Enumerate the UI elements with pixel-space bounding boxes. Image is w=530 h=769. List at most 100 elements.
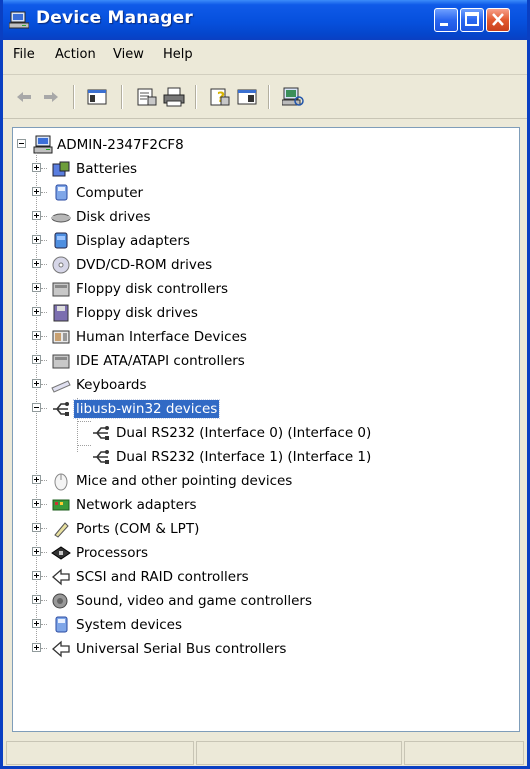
tree-category-universal-serial-bus-controllers[interactable]: Universal Serial Bus controllers [32,638,502,660]
device-label[interactable]: Dual RS232 (Interface 0) (Interface 0) [114,424,373,442]
tree-category-keyboards[interactable]: Keyboards [32,374,502,396]
tree-category-ports-com-lpt[interactable]: Ports (COM & LPT) [32,518,502,540]
help-icon[interactable]: ? [209,87,231,107]
toolbar-separator [195,85,197,109]
category-label[interactable]: libusb-win32 devices [72,399,221,419]
system-devices-icon [55,616,68,633]
back-arrow-icon[interactable] [14,87,34,107]
processor-icon [51,546,71,560]
category-label[interactable]: Batteries [74,160,139,178]
maximize-button[interactable] [460,8,484,32]
expand-toggle[interactable] [32,619,41,628]
category-label[interactable]: Ports (COM & LPT) [74,520,201,538]
menu-view[interactable]: View [113,47,144,62]
category-label[interactable]: DVD/CD-ROM drives [74,256,214,274]
device-label[interactable]: Dual RS232 (Interface 1) (Interface 1) [114,448,373,466]
tree-category-dvd-cd-rom-drives[interactable]: DVD/CD-ROM drives [32,254,502,276]
category-label[interactable]: Floppy disk drives [74,304,200,322]
tree-category-libusb-win32-devices[interactable]: libusb-win32 devices [32,398,502,420]
menu-file[interactable]: File [13,47,35,62]
category-label[interactable]: Sound, video and game controllers [74,592,314,610]
mouse-icon [54,473,68,491]
tree-category-human-interface-devices[interactable]: Human Interface Devices [32,326,502,348]
category-label[interactable]: Mice and other pointing devices [74,472,294,490]
tree-category-batteries[interactable]: Batteries [32,158,502,180]
collapse-toggle[interactable] [32,403,41,412]
device-tree-pane[interactable]: ADMIN-2347F2CF8 Batteries Computer Disk dr… [12,127,520,732]
expand-toggle[interactable] [32,643,41,652]
expand-toggle[interactable] [32,499,41,508]
tree-category-mice-and-other-pointing-devices[interactable]: Mice and other pointing devices [32,470,502,492]
expand-toggle[interactable] [32,211,41,220]
toolbar: ? [3,75,527,119]
expand-toggle[interactable] [32,307,41,316]
expand-toggle[interactable] [32,595,41,604]
title-bar[interactable]: Device Manager [3,0,527,40]
print-icon[interactable] [163,87,185,107]
hid-icon [52,330,70,344]
tree-category-floppy-disk-drives[interactable]: Floppy disk drives [32,302,502,324]
category-label[interactable]: Display adapters [74,232,192,250]
minimize-button[interactable] [434,8,458,32]
category-label[interactable]: Universal Serial Bus controllers [74,640,288,658]
tree-category-ide-ata-atapi-controllers[interactable]: IDE ATA/ATAPI controllers [32,350,502,372]
menu-help[interactable]: Help [163,47,193,62]
tree-device-dual-rs232-interface-0-interface-0[interactable]: Dual RS232 (Interface 0) (Interface 0) [73,422,519,444]
tree-connector [41,264,47,265]
expand-toggle[interactable] [32,283,41,292]
menu-action[interactable]: Action [55,47,96,62]
tree-device-dual-rs232-interface-1-interface-1[interactable]: Dual RS232 (Interface 1) (Interface 1) [73,446,519,468]
category-label[interactable]: Computer [74,184,145,202]
close-button[interactable] [486,8,510,32]
expand-toggle[interactable] [32,187,41,196]
floppy-controller-icon [52,282,70,297]
category-label[interactable]: System devices [74,616,184,634]
scan-hardware-icon[interactable] [282,87,304,107]
expand-toggle[interactable] [32,523,41,532]
category-label[interactable]: Keyboards [74,376,149,394]
computer-icon [55,184,68,201]
forward-arrow-icon[interactable] [41,87,61,107]
usb-controller-icon [52,640,70,658]
minimize-icon [440,23,448,26]
tree-connector [41,600,47,601]
expand-toggle[interactable] [32,235,41,244]
root-computer-label[interactable]: ADMIN-2347F2CF8 [55,136,186,154]
tree-category-sound-video-and-game-controllers[interactable]: Sound, video and game controllers [32,590,502,612]
category-label[interactable]: Processors [74,544,150,562]
expand-toggle[interactable] [32,355,41,364]
properties-icon[interactable] [136,87,158,107]
category-label[interactable]: Floppy disk controllers [74,280,230,298]
expand-toggle[interactable] [32,547,41,556]
scsi-icon [52,568,70,586]
category-label[interactable]: Human Interface Devices [74,328,249,346]
tree-connector [41,528,47,529]
expand-toggle[interactable] [32,571,41,580]
show-hide-action-pane-icon[interactable] [237,87,257,107]
tree-category-disk-drives[interactable]: Disk drives [32,206,502,228]
show-hide-console-tree-icon[interactable] [87,87,107,107]
category-label[interactable]: IDE ATA/ATAPI controllers [74,352,247,370]
expand-toggle[interactable] [32,163,41,172]
tree-category-system-devices[interactable]: System devices [32,614,502,636]
device-manager-app-icon [9,11,29,29]
tree-connector [41,504,47,505]
tree-category-display-adapters[interactable]: Display adapters [32,230,502,252]
category-label[interactable]: Disk drives [74,208,153,226]
expand-toggle[interactable] [32,259,41,268]
tree-category-network-adapters[interactable]: Network adapters [32,494,502,516]
collapse-toggle[interactable] [17,139,26,148]
tree-category-floppy-disk-controllers[interactable]: Floppy disk controllers [32,278,502,300]
tree-category-processors[interactable]: Processors [32,542,502,564]
category-label[interactable]: SCSI and RAID controllers [74,568,251,586]
tree-root[interactable]: ADMIN-2347F2CF8 [17,134,497,156]
expand-toggle[interactable] [32,331,41,340]
category-label[interactable]: Network adapters [74,496,199,514]
ide-controller-icon [52,354,70,369]
expand-toggle[interactable] [32,475,41,484]
expand-toggle[interactable] [32,379,41,388]
tree-category-computer[interactable]: Computer [32,182,502,204]
tree-category-scsi-and-raid-controllers[interactable]: SCSI and RAID controllers [32,566,502,588]
keyboard-icon [51,380,71,393]
tree-connector [41,240,47,241]
